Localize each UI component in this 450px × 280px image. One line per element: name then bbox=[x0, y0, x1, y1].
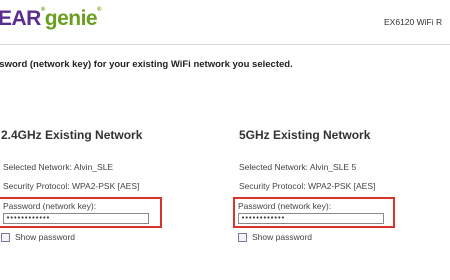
selected-network-text: Selected Network: Alvin_SLE 5 bbox=[239, 162, 357, 172]
show-password-label[interactable]: Show password bbox=[252, 232, 312, 242]
header: EAR®genie® EX6120 WiFi R bbox=[0, 0, 450, 46]
show-password-checkbox[interactable] bbox=[238, 233, 247, 242]
logo-brand: EAR bbox=[0, 7, 41, 30]
instruction-text: ssword (network key) for your existing W… bbox=[0, 59, 293, 70]
password-label: Password (network key): bbox=[3, 201, 97, 211]
netgear-genie-logo: EAR®genie® bbox=[0, 7, 102, 30]
security-protocol-text: Security Protocol: WPA2-PSK [AES] bbox=[239, 181, 376, 191]
show-password-checkbox[interactable] bbox=[1, 233, 10, 242]
password-label: Password (network key): bbox=[238, 201, 332, 211]
header-divider bbox=[0, 44, 450, 45]
model-name: EX6120 WiFi R bbox=[384, 17, 443, 27]
section-title: 2.4GHz Existing Network bbox=[1, 128, 143, 142]
logo-product: genie bbox=[44, 7, 98, 30]
password-highlight-box: Password (network key): •••••••••••• bbox=[0, 197, 162, 228]
password-input[interactable]: •••••••••••• bbox=[238, 213, 384, 224]
security-protocol-text: Security Protocol: WPA2-PSK [AES] bbox=[3, 181, 140, 191]
password-input[interactable]: •••••••••••• bbox=[3, 213, 149, 224]
password-highlight-box: Password (network key): •••••••••••• bbox=[233, 197, 395, 228]
setup-page: EAR®genie® EX6120 WiFi R ssword (network… bbox=[0, 0, 450, 280]
section-title: 5GHz Existing Network bbox=[239, 128, 371, 142]
show-password-label[interactable]: Show password bbox=[15, 232, 75, 242]
selected-network-text: Selected Network: Alvin_SLE bbox=[3, 162, 114, 172]
